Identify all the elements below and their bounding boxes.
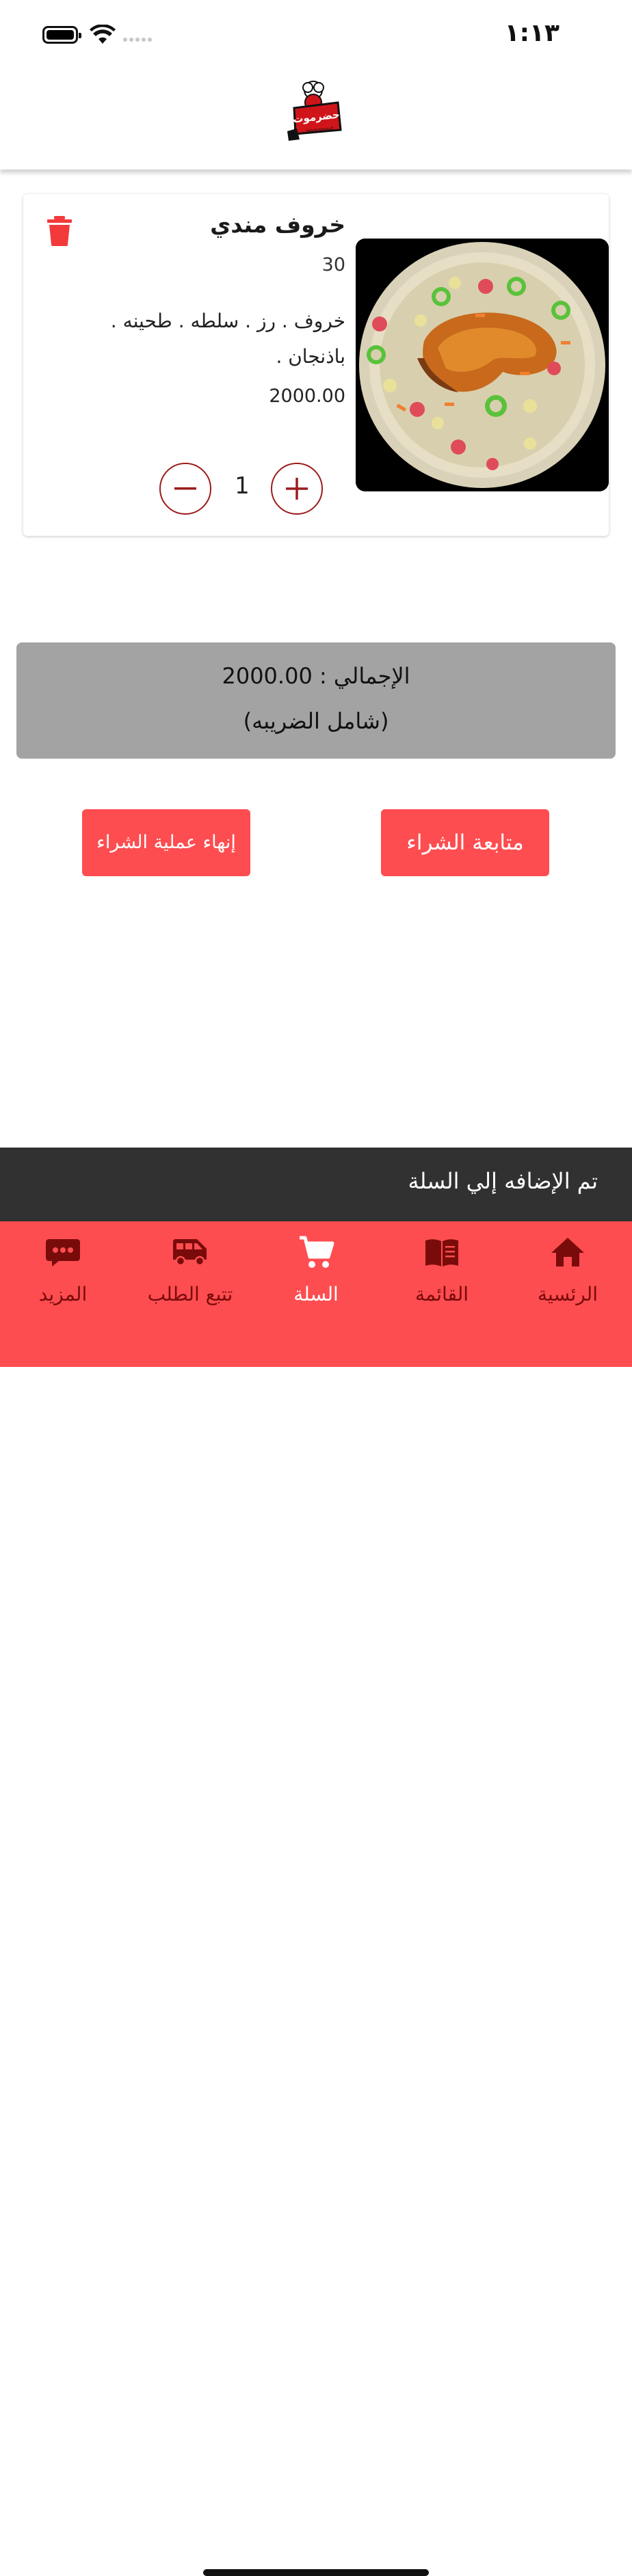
cart-icon xyxy=(300,1236,334,1268)
hadramout-logo: حضرموت Hadramout xyxy=(287,81,342,141)
nav-label-menu: القائمة xyxy=(415,1283,469,1305)
end-purchase-button[interactable]: إنهاء عملية الشراء xyxy=(82,809,250,876)
battery-icon xyxy=(42,26,81,44)
nav-label-home: الرئسية xyxy=(538,1283,598,1305)
nav-item-menu[interactable]: القائمة xyxy=(379,1221,505,1324)
item-name: خروف مندي xyxy=(210,211,345,238)
status-bar: ١:١٣ xyxy=(0,0,632,62)
item-description: خروف . رز . سلطه . طحينه . باذنجان . xyxy=(110,310,345,368)
nav-item-home[interactable]: الرئسية xyxy=(505,1221,631,1324)
signal-icon xyxy=(123,38,152,42)
home-icon xyxy=(551,1238,584,1266)
nav-item-more[interactable]: المزيد xyxy=(0,1221,126,1324)
nav-label-track-order: تتبع الطلب xyxy=(147,1283,233,1305)
cart-item-card: خروف مندي 30 خروف . رز . سلطه . طحينه . … xyxy=(23,194,609,536)
plus-icon xyxy=(286,478,308,500)
increase-quantity-button[interactable] xyxy=(271,463,323,515)
order-total-summary: الإجمالي : 2000.00 (شامل الضريبه) xyxy=(16,642,616,759)
nav-item-cart[interactable]: السلة xyxy=(253,1221,379,1324)
status-time: ١:١٣ xyxy=(504,19,559,47)
quantity-value: 1 xyxy=(235,472,250,500)
more-icon xyxy=(46,1239,80,1266)
continue-shopping-button[interactable]: متابعة الشراء xyxy=(381,809,549,876)
item-code: 30 xyxy=(321,254,345,275)
toast-message: تم الإضافه إلي السلة xyxy=(408,1168,598,1194)
item-price: 2000.00 xyxy=(269,385,345,407)
nav-item-track-order[interactable]: تتبع الطلب xyxy=(127,1221,253,1324)
bottom-navigation: الرئسية القائمة السلة تتبع الطلب المزيد xyxy=(0,1221,632,2576)
total-amount: الإجمالي : 2000.00 xyxy=(222,663,410,689)
minus-icon xyxy=(174,487,196,490)
delete-icon[interactable] xyxy=(47,216,72,246)
home-indicator[interactable] xyxy=(203,2569,429,2576)
menu-book-icon xyxy=(425,1239,458,1266)
toast-notification: تم الإضافه إلي السلة xyxy=(0,1148,632,1221)
dish-image xyxy=(356,239,609,491)
bus-icon xyxy=(173,1239,207,1266)
app-header: حضرموت Hadramout xyxy=(0,62,632,170)
nav-label-more: المزيد xyxy=(38,1283,88,1305)
tax-note: (شامل الضريبه) xyxy=(243,708,389,734)
nav-label-cart: السلة xyxy=(293,1283,339,1305)
decrease-quantity-button[interactable] xyxy=(159,463,211,515)
wifi-icon xyxy=(90,25,116,44)
